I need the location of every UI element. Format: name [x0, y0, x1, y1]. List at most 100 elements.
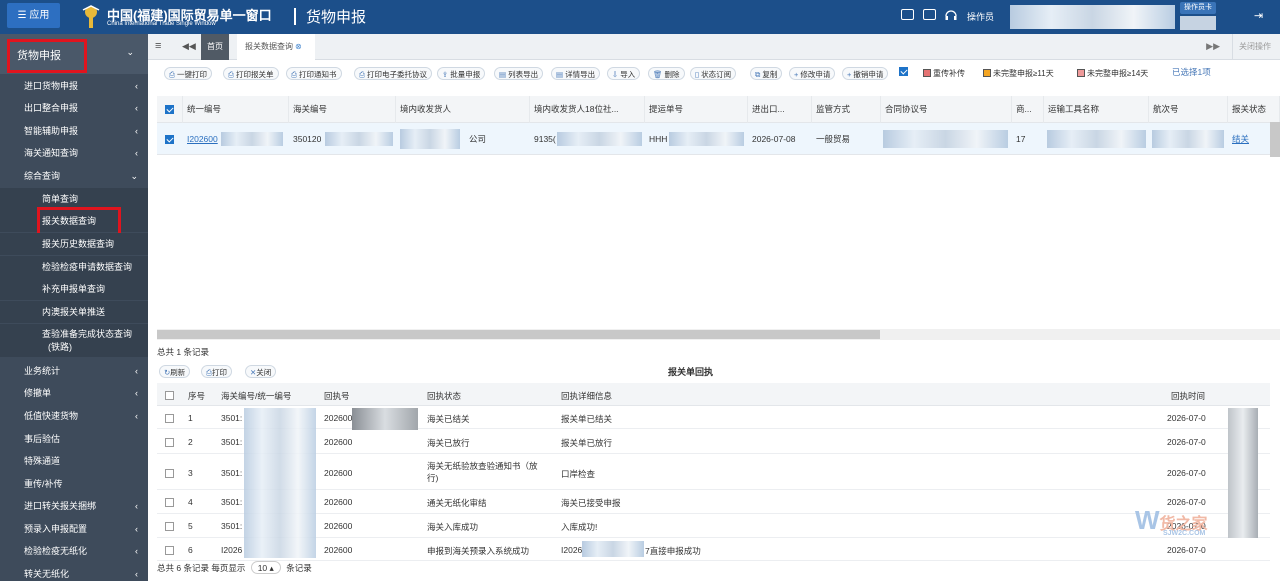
sidebar-item-export-declare[interactable]: 出口整合申报 ‹: [0, 97, 148, 119]
select-all-checkbox[interactable]: [157, 96, 183, 123]
table-row[interactable]: 3 3501: 202600 海关无纸验放查验通知书（放行) 口岸检查 2026…: [157, 454, 1270, 490]
col-header[interactable]: 监管方式: [812, 96, 881, 123]
print-declaration-button[interactable]: ⎙ 打印报关单: [223, 67, 279, 80]
headset-icon[interactable]: [944, 8, 958, 22]
pagination-prefix: 总共 6 条记录 每页显示: [157, 563, 246, 573]
row-checkbox[interactable]: [165, 521, 174, 532]
import-button[interactable]: ⇩ 导入: [607, 67, 641, 80]
sidebar-item-modify-withdraw[interactable]: 修撤单 ‹: [0, 382, 148, 404]
sidebar-item-transit-bind[interactable]: 进口转关报关捆绑 ‹: [0, 495, 148, 517]
receipt-time: 2026-07-0: [1167, 468, 1206, 478]
col-header[interactable]: 运输工具名称: [1044, 96, 1149, 123]
col-header[interactable]: 航次号: [1149, 96, 1228, 123]
sidebar-sub-history-query[interactable]: 报关历史数据查询: [0, 233, 148, 255]
delete-button[interactable]: 🗑 删除: [648, 67, 685, 80]
table-row[interactable]: 6 I2026 202600 申报到海关预录入系统成功 I2026 7直接申报成…: [157, 538, 1270, 561]
pagination-suffix: 条记录: [286, 563, 312, 573]
message-icon[interactable]: [901, 9, 914, 20]
receipt-select-all[interactable]: [165, 390, 174, 401]
receipt-status: 海关无纸验放查验通知书（放行): [427, 461, 538, 483]
row-checkbox[interactable]: [165, 497, 174, 508]
tab-home[interactable]: 首页: [201, 34, 229, 60]
row-checkbox[interactable]: [165, 437, 174, 448]
button-label: 打印通知书: [299, 70, 337, 79]
table-row[interactable]: 4 3501: 202600 通关无纸化审结 海关已接受申报 2026-07-0: [157, 490, 1270, 514]
horizontal-scrollbar[interactable]: [157, 329, 1280, 340]
tab-declaration-query[interactable]: 报关数据查询 ⊗: [237, 34, 315, 60]
copy-button[interactable]: ⧉ 复制: [750, 67, 783, 80]
sidebar-sub-supplement-query[interactable]: 补充申报单查询: [0, 278, 148, 300]
receipt-status: 海关入库成功: [427, 522, 479, 532]
sidebar-item-resend[interactable]: 重传/补传: [0, 473, 148, 495]
mail-icon[interactable]: [923, 9, 936, 20]
col-header[interactable]: 回执时间: [1171, 390, 1205, 402]
print-all-button[interactable]: ⎙ 一键打印: [164, 67, 212, 80]
scrollbar-thumb[interactable]: [157, 330, 880, 339]
row-checkbox[interactable]: [157, 123, 183, 155]
col-header[interactable]: 提运单号: [645, 96, 748, 123]
table-row[interactable]: 2 3501: 202600 海关已放行 报关单已放行 2026-07-0: [157, 429, 1270, 454]
row-checkbox[interactable]: [165, 468, 174, 479]
table-row[interactable]: 5 3501: 202600 海关入库成功 入库成功! 2026-07-0: [157, 514, 1270, 538]
sidebar-item-paperless-inspection[interactable]: 检验检疫无纸化 ‹: [0, 540, 148, 562]
col-header[interactable]: 海关编号: [289, 96, 396, 123]
revoke-request-button[interactable]: + 撤销申请: [842, 67, 889, 80]
grid-header: 统一编号 海关编号 境内收发货人 境内收发货人18位社... 提运单号 进出口.…: [157, 96, 1280, 123]
col-header[interactable]: 报关状态: [1228, 96, 1280, 123]
col-header[interactable]: 序号: [188, 390, 205, 402]
sidebar-item-post-valuation[interactable]: 事后验估: [0, 428, 148, 450]
close-tab-icon[interactable]: ⊗: [295, 42, 302, 51]
print-agreement-button[interactable]: ⎙ 打印电子委托协议: [354, 67, 432, 80]
vertical-scrollbar[interactable]: [1270, 122, 1280, 157]
export-detail-button[interactable]: ▤ 详情导出: [551, 67, 601, 80]
export-list-button[interactable]: ▤ 列表导出: [494, 67, 544, 80]
sidebar-item-smart-assist[interactable]: 智能辅助申报 ‹: [0, 120, 148, 142]
table-row[interactable]: 1 3501: 202600 海关已结关 报关单已结关 2026-07-0: [157, 406, 1270, 429]
menu-toggle-icon[interactable]: ≡: [155, 40, 161, 52]
col-header[interactable]: 商...: [1012, 96, 1044, 123]
batch-declare-button[interactable]: ⇪ 批量申报: [437, 67, 486, 80]
refresh-button[interactable]: ↻刷新: [159, 365, 191, 378]
print-notice-button[interactable]: ⎙ 打印通知书: [286, 67, 342, 80]
col-header[interactable]: 境内收发货人18位社...: [530, 96, 645, 123]
row-checkbox[interactable]: [165, 545, 174, 556]
status-subscribe-button[interactable]: ▯ 状态订阅: [690, 67, 737, 80]
tab-scroll-left-icon[interactable]: ◀◀: [182, 41, 196, 52]
col-header[interactable]: 统一编号: [183, 96, 289, 123]
receipt-toolbar: ↻刷新 ⎙打印 ✕关闭 报关单回执: [157, 364, 1280, 382]
modify-request-button[interactable]: + 修改申请: [789, 67, 836, 80]
col-header[interactable]: 海关编号/统一编号: [221, 390, 291, 402]
sidebar-item-paperless-transit[interactable]: 转关无纸化 ‹: [0, 563, 148, 581]
print-receipt-button[interactable]: ⎙打印: [201, 365, 232, 378]
sidebar-item-pre-entry-config[interactable]: 预录入申报配置 ‹: [0, 518, 148, 540]
logout-icon[interactable]: ⇥: [1254, 9, 1263, 22]
user-dropdown[interactable]: [1180, 16, 1216, 30]
col-header[interactable]: 回执状态: [427, 390, 461, 402]
col-header[interactable]: 回执详细信息: [561, 390, 612, 402]
table-row[interactable]: I202600 350120 公司 9135( HHH 2026-07-08 一…: [157, 123, 1280, 155]
col-header[interactable]: 合同协议号: [881, 96, 1012, 123]
col-header[interactable]: 回执号: [324, 390, 350, 402]
app-menu-button[interactable]: ☰ 应用: [7, 3, 60, 28]
sidebar-item-label: 进口货物申报: [24, 81, 79, 91]
row-checkbox[interactable]: [165, 413, 174, 424]
sidebar-item-customs-notice[interactable]: 海关通知查询 ‹: [0, 142, 148, 164]
button-label: 详情导出: [565, 70, 596, 79]
col-header[interactable]: 境内收发货人: [396, 96, 530, 123]
sidebar-item-label: 业务统计: [24, 366, 61, 376]
sidebar-item-low-value[interactable]: 低值快速货物 ‹: [0, 405, 148, 427]
legend-label: 未完整申报≥11天: [993, 69, 1054, 78]
sidebar-sub-inspection-ready[interactable]: 查验准备完成状态查询: [0, 324, 148, 341]
sidebar-item-comprehensive-query[interactable]: 综合查询 ⌄: [0, 165, 148, 187]
col-header[interactable]: 进出口...: [748, 96, 812, 123]
page-size-select[interactable]: 10 ▴: [250, 561, 281, 574]
tab-scroll-right-icon[interactable]: ▶▶: [1206, 41, 1220, 52]
sidebar-item-statistics[interactable]: 业务统计 ‹: [0, 360, 148, 382]
sidebar-sub-inspection-query[interactable]: 检验检疫申请数据查询: [0, 256, 148, 278]
sidebar-sub-macau-push[interactable]: 内澳报关单推送: [0, 301, 148, 323]
sidebar-item-special-channel[interactable]: 特殊通道: [0, 450, 148, 472]
legend-checkbox[interactable]: [899, 66, 908, 77]
sidebar-item-import-declare[interactable]: 进口货物申报 ‹: [0, 75, 148, 97]
close-operations-button[interactable]: 关闭操作: [1232, 34, 1280, 60]
close-receipt-button[interactable]: ✕关闭: [245, 365, 277, 378]
